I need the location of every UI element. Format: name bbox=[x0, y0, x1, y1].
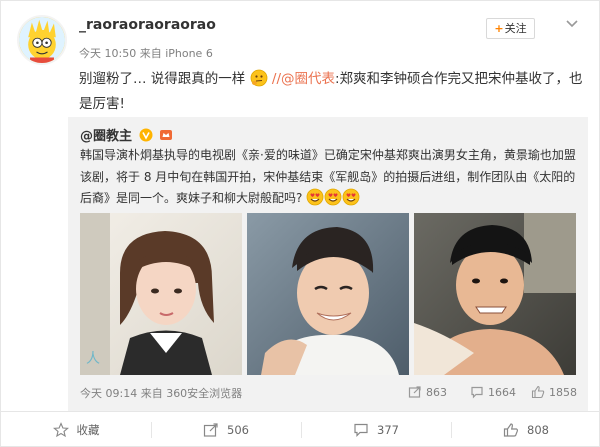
chevron-down-icon[interactable] bbox=[564, 17, 580, 31]
heart-eyes-emoji-icon bbox=[324, 188, 342, 206]
share-icon bbox=[203, 423, 218, 437]
weibo-card: _raoraoraoraorao 今天 10:50 来自 iPhone 6 +关… bbox=[0, 0, 600, 447]
user-avatar[interactable] bbox=[17, 15, 67, 65]
photo-actor-smiling[interactable] bbox=[247, 213, 409, 375]
photo-actor-selfie-image bbox=[414, 213, 576, 375]
post-meta: 今天 10:50 来自 iPhone 6 bbox=[79, 47, 213, 60]
repost-text: 韩国导演朴炯基执导的电视剧《亲·爱的味道》已确定宋仲基郑爽出演男女主角，黄景瑜也… bbox=[80, 145, 580, 210]
share-icon bbox=[408, 386, 421, 398]
follow-label: 关注 bbox=[504, 22, 527, 35]
plus-icon: + bbox=[494, 22, 504, 35]
repost-comment-value: 1664 bbox=[488, 385, 516, 399]
like-button[interactable]: 808 bbox=[451, 412, 600, 447]
avatar-image bbox=[19, 17, 65, 63]
svg-text:人: 人 bbox=[86, 351, 100, 367]
repost-share-count[interactable]: 863 bbox=[408, 385, 447, 399]
post-text: 别遛粉了… 说得跟真的一样 //@圈代表:郑爽和李钟硕合作完又把宋仲基收了，也是… bbox=[79, 67, 584, 117]
repost-comment-count[interactable]: 1664 bbox=[470, 385, 516, 399]
comment-icon bbox=[471, 386, 483, 399]
repost-author-name[interactable]: @圈教主 bbox=[80, 129, 132, 144]
thinking-emoji-icon bbox=[250, 69, 267, 87]
collect-button[interactable]: 收藏 bbox=[1, 412, 151, 447]
verified-v-icon bbox=[139, 128, 153, 142]
collect-label: 收藏 bbox=[76, 423, 100, 437]
photo-actress[interactable]: 人 bbox=[80, 213, 242, 375]
mention-link[interactable]: @圈代表 bbox=[281, 71, 335, 87]
heart-eyes-emoji-icon bbox=[342, 188, 360, 206]
comment-count: 377 bbox=[377, 423, 399, 437]
photo-actress-image: 人 bbox=[80, 213, 242, 375]
photo-actor-selfie[interactable] bbox=[414, 213, 576, 375]
repost-container: @圈教主 韩国导演朴炯基执导的电视剧《亲·爱的味道》已确定宋仲基郑爽出演男女主角… bbox=[68, 117, 588, 411]
follow-button[interactable]: +关注 bbox=[486, 18, 535, 39]
comment-icon bbox=[354, 423, 368, 437]
star-icon bbox=[52, 422, 69, 438]
thumbs-up-icon bbox=[531, 385, 545, 399]
heart-eyes-emoji-icon bbox=[306, 188, 324, 206]
repost-separator: // bbox=[271, 71, 281, 87]
repost-like-value: 1858 bbox=[549, 385, 577, 399]
repost-author[interactable]: @圈教主 bbox=[80, 125, 173, 144]
username[interactable]: _raoraoraoraorao bbox=[79, 17, 216, 33]
thumbs-up-icon bbox=[503, 423, 519, 437]
member-crown-icon bbox=[160, 130, 173, 140]
repost-count: 506 bbox=[227, 423, 249, 437]
photo-actor-smiling-image bbox=[247, 213, 409, 375]
repost-share-value: 863 bbox=[426, 385, 447, 399]
repost-button[interactable]: 506 bbox=[151, 412, 301, 447]
like-count: 808 bbox=[527, 423, 549, 437]
action-bar: 收藏 506 377 808 bbox=[1, 412, 600, 447]
comment-button[interactable]: 377 bbox=[301, 412, 451, 447]
post-text-part1: 别遛粉了… 说得跟真的一样 bbox=[79, 71, 246, 87]
repost-meta: 今天 09:14 来自 360安全浏览器 bbox=[80, 387, 243, 400]
repost-like-count[interactable]: 1858 bbox=[531, 385, 577, 399]
